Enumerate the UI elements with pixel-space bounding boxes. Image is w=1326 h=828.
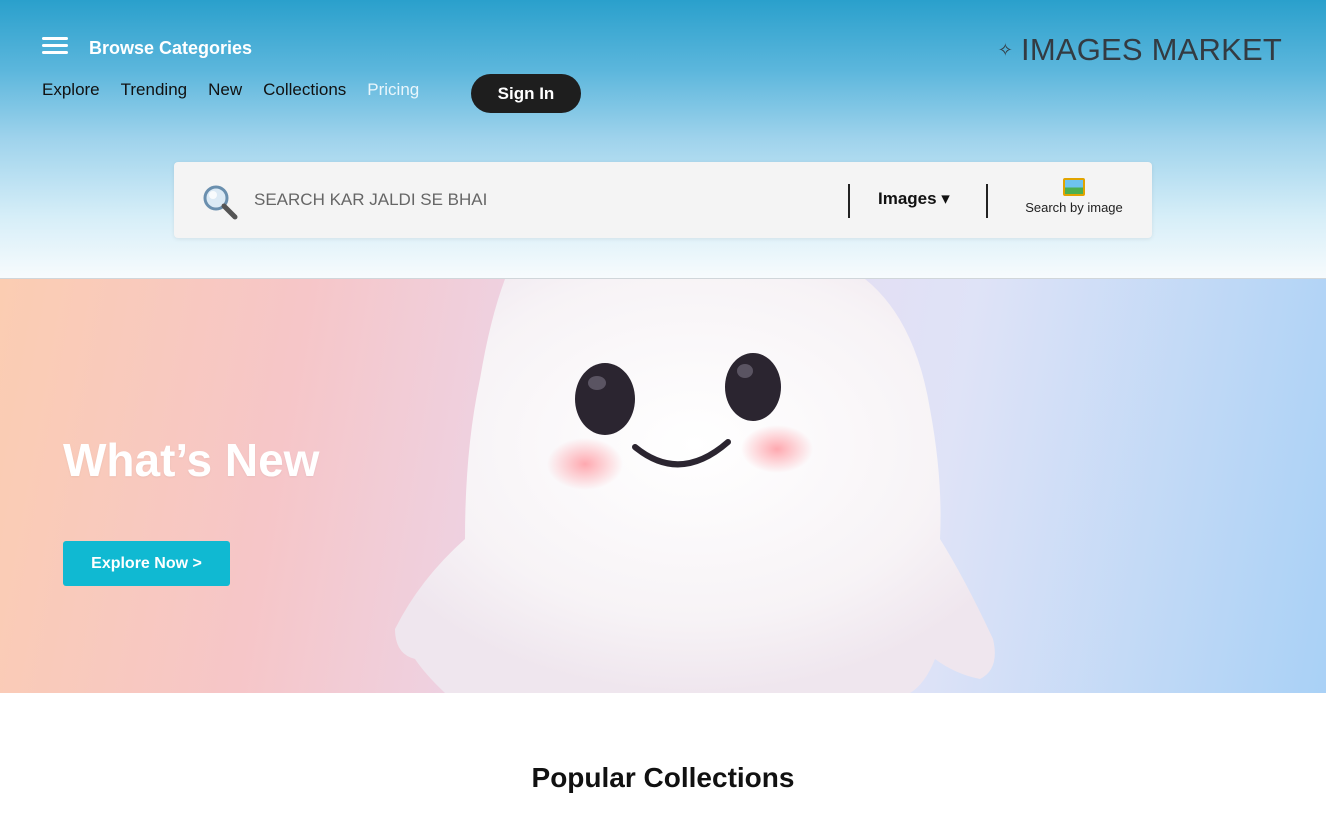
- explore-now-button[interactable]: Explore Now >: [63, 541, 230, 586]
- search-by-image-button[interactable]: Search by image: [1014, 178, 1134, 215]
- image-icon: [1063, 178, 1085, 196]
- sparkle-icon: ✧: [997, 39, 1014, 60]
- search-type-dropdown[interactable]: Images ▾: [878, 189, 950, 209]
- brand-name: IMAGES MARKET: [1021, 32, 1282, 67]
- nav-explore[interactable]: Explore: [42, 80, 100, 100]
- nav-pricing[interactable]: Pricing: [367, 80, 419, 100]
- search-bar: Images ▾ Search by image: [174, 162, 1152, 238]
- hamburger-menu-icon[interactable]: [42, 33, 70, 61]
- hero-banner: What’s New Explore Now >: [0, 279, 1326, 693]
- search-by-image-label: Search by image: [1025, 200, 1123, 215]
- hero-title: What’s New: [63, 434, 320, 486]
- nav-collections[interactable]: Collections: [263, 80, 346, 100]
- nav-new[interactable]: New: [208, 80, 242, 100]
- ghost-illustration: [395, 279, 995, 693]
- main-nav: Explore Trending New Collections Pricing…: [42, 74, 581, 113]
- search-divider: [986, 184, 988, 218]
- brand-logo[interactable]: ✧ IMAGES MARKET: [998, 32, 1282, 68]
- popular-collections-heading: Popular Collections: [531, 762, 795, 793]
- header: Browse Categories ✧ IMAGES MARKET Explor…: [0, 0, 1326, 279]
- search-divider: [848, 184, 850, 218]
- browse-categories-link[interactable]: Browse Categories: [89, 38, 252, 59]
- search-input[interactable]: [254, 182, 834, 218]
- nav-trending[interactable]: Trending: [121, 80, 187, 100]
- sign-in-button[interactable]: Sign In: [471, 74, 581, 113]
- search-icon[interactable]: [200, 182, 240, 222]
